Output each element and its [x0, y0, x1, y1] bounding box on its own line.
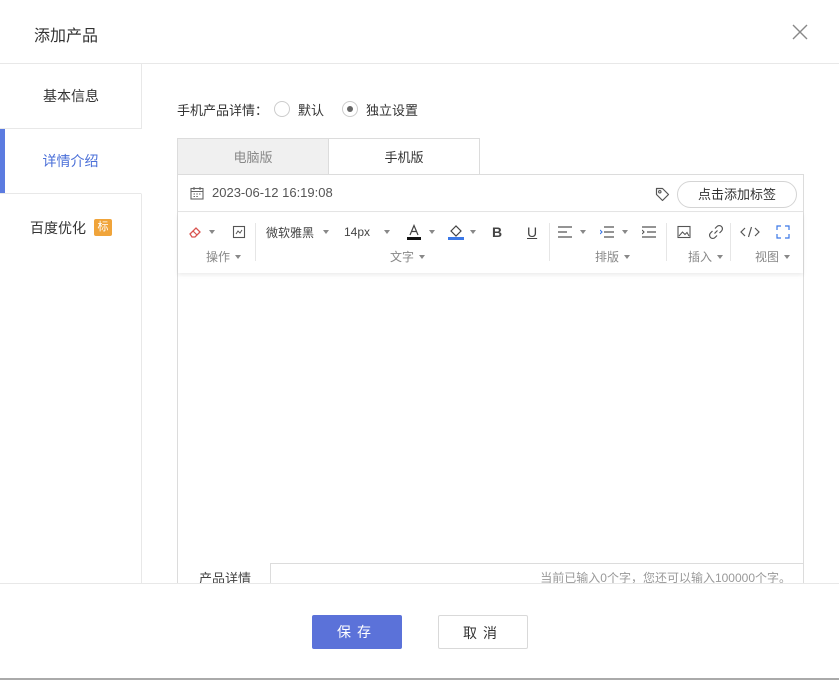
- insert-image-button[interactable]: [677, 223, 691, 241]
- cancel-button[interactable]: 取消: [438, 615, 528, 649]
- radio-default[interactable]: 默认: [274, 100, 324, 118]
- chevron-down-icon: [580, 230, 586, 234]
- chevron-down-icon: [470, 230, 476, 234]
- chevron-down-icon: [209, 230, 215, 234]
- tab-mobile[interactable]: 手机版: [328, 138, 480, 175]
- save-button[interactable]: 保存: [312, 615, 402, 649]
- chevron-down-icon: [419, 254, 426, 259]
- sidebar-item-label: 详情介绍: [42, 153, 99, 169]
- indent-icon: [642, 226, 656, 238]
- group-label: 插入: [688, 250, 713, 264]
- chevron-down-icon: [235, 254, 242, 259]
- sidebar-item-label: 百度优化: [30, 219, 86, 236]
- radio-label: 默认: [298, 102, 325, 118]
- add-tag-button[interactable]: 点击添加标签: [677, 181, 797, 208]
- bold-button[interactable]: B: [492, 223, 502, 241]
- eraser-button[interactable]: [188, 223, 215, 241]
- group-label: 文字: [390, 250, 415, 264]
- dialog-header: 添加产品: [0, 0, 839, 64]
- chevron-down-icon: [622, 230, 628, 234]
- font-size-select[interactable]: 14px: [344, 223, 391, 241]
- line-height-icon: [600, 226, 614, 238]
- toolbar-divider: [549, 223, 550, 261]
- toolbar-divider: [255, 223, 256, 261]
- format-painter-button[interactable]: [232, 223, 246, 241]
- document-icon: [232, 225, 246, 239]
- fullscreen-icon: [776, 225, 790, 239]
- group-label: 操作: [206, 250, 231, 264]
- group-view[interactable]: 视图: [755, 248, 791, 265]
- chevron-down-icon: [717, 254, 724, 259]
- eraser-icon: [189, 227, 201, 238]
- underline-button[interactable]: U: [527, 223, 537, 241]
- fullscreen-button[interactable]: [776, 223, 790, 241]
- outdent-button[interactable]: [642, 223, 656, 241]
- group-layout[interactable]: 排版: [595, 248, 631, 265]
- paint-bucket-icon: [448, 225, 464, 240]
- group-label: 排版: [595, 250, 620, 264]
- group-label: 视图: [755, 250, 780, 264]
- seo-badge: 标: [94, 219, 112, 236]
- sidebar-item-label: 基本信息: [43, 88, 99, 104]
- editor-content-area[interactable]: [178, 273, 803, 563]
- radio-label: 独立设置: [366, 102, 419, 118]
- insert-link-button[interactable]: [708, 223, 724, 241]
- editor-meta-bar: 2023-06-12 16:19:08 点击添加标签: [178, 175, 803, 212]
- align-button[interactable]: [558, 223, 586, 241]
- image-icon: [677, 225, 691, 239]
- chevron-down-icon: [429, 230, 435, 234]
- dialog-footer: 保存 取消: [0, 583, 839, 680]
- rich-text-editor: 2023-06-12 16:19:08 点击添加标签 微软雅黑 14px B U…: [177, 174, 804, 594]
- chevron-down-icon: [384, 230, 391, 234]
- dialog-title: 添加产品: [34, 28, 99, 45]
- font-family-select[interactable]: 微软雅黑: [266, 223, 330, 241]
- link-icon: [708, 224, 724, 240]
- radio-circle: [274, 101, 290, 117]
- tag-icon: [655, 187, 670, 202]
- tab-desktop[interactable]: 电脑版: [177, 138, 329, 175]
- font-family-value: 微软雅黑: [266, 225, 315, 240]
- code-icon: [740, 226, 760, 238]
- mobile-detail-label: 手机产品详情：: [177, 103, 269, 118]
- group-operations[interactable]: 操作: [206, 248, 242, 265]
- sidebar-item-basic-info[interactable]: 基本信息: [0, 64, 142, 129]
- chevron-down-icon: [624, 254, 631, 259]
- editor-date: 2023-06-12 16:19:08: [212, 185, 333, 200]
- radio-circle: [342, 101, 358, 117]
- calendar-icon: [190, 187, 204, 200]
- chevron-down-icon: [323, 230, 330, 234]
- radio-independent[interactable]: 独立设置: [342, 100, 418, 118]
- toolbar-divider: [730, 223, 731, 261]
- group-insert[interactable]: 插入: [688, 248, 724, 265]
- align-left-icon: [558, 226, 572, 238]
- editor-toolbar: 微软雅黑 14px B U 操作 文字 排版 插入 视图: [178, 213, 803, 273]
- close-icon[interactable]: [791, 23, 809, 41]
- font-size-value: 14px: [344, 225, 371, 239]
- chevron-down-icon: [784, 254, 791, 259]
- toolbar-divider: [666, 223, 667, 261]
- sidebar-item-baidu-seo[interactable]: 百度优化 标: [0, 195, 142, 260]
- source-code-button[interactable]: [740, 223, 760, 241]
- font-color-icon: [407, 224, 421, 240]
- indent-button[interactable]: [600, 223, 628, 241]
- sidebar-item-detail-intro[interactable]: 详情介绍: [0, 129, 142, 194]
- sidebar: 基本信息 详情介绍 百度优化 标: [0, 64, 142, 583]
- group-text[interactable]: 文字: [390, 248, 426, 265]
- background-color-button[interactable]: [448, 223, 476, 241]
- font-color-button[interactable]: [407, 223, 435, 241]
